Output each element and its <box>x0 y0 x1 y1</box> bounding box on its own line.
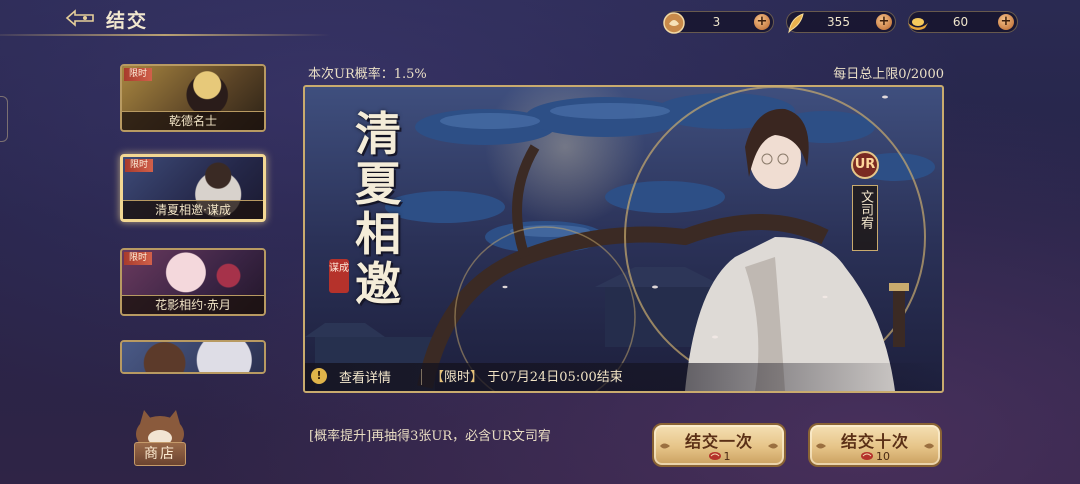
banner-title-char: 夏 <box>355 157 401 211</box>
view-details-button[interactable]: ! 查看详情 <box>311 365 411 387</box>
summon-token-icon <box>708 452 721 460</box>
back-arrow-icon <box>65 9 94 27</box>
end-time-text: 于07月24日05:00结束 <box>487 370 623 385</box>
daily-limit-text: 每日总上限0/2000 <box>833 67 944 82</box>
add-summon-token-button[interactable]: + <box>754 14 770 30</box>
draw-ten-label: 结交十次 <box>840 432 909 451</box>
character-name: 文司宥 <box>858 190 873 229</box>
banner-card-huaying[interactable]: 限时 花影相约·赤月 <box>120 248 266 316</box>
banner-end-time: 【限时】 于07月24日05:00结束 <box>431 370 623 385</box>
side-drawer-handle[interactable] <box>0 96 8 142</box>
banner-name: 花影相约·赤月 <box>122 295 264 314</box>
banner-name: 乾德名士 <box>122 111 264 130</box>
currency-feather: 355 + <box>786 11 896 34</box>
currency-summon-token: 3 + <box>663 11 774 34</box>
add-gold-ingot-button[interactable]: + <box>998 14 1014 30</box>
title-divider <box>0 34 330 36</box>
view-details-label: 查看详情 <box>339 370 392 386</box>
banner-title-char: 清 <box>355 107 401 161</box>
draw-once-button[interactable]: 结交一次 1 <box>652 423 786 467</box>
banner-name: 清夏相邀·谋成 <box>123 200 263 219</box>
banner-title-char: 相 <box>355 207 401 261</box>
draw-ten-cost: 10 <box>810 450 940 463</box>
feather-icon <box>781 8 811 38</box>
limited-tag: 限时 <box>125 159 154 172</box>
banner-card-fourth[interactable] <box>120 340 266 374</box>
featured-banner[interactable]: 清 夏 相 邀 谋成 UR 文司宥 ! 查看详情 【限时】 于07月24日05:… <box>303 85 944 393</box>
back-button[interactable] <box>62 6 98 30</box>
draw-once-cost: 1 <box>654 450 784 463</box>
ur-rarity-badge: UR <box>851 151 879 179</box>
banner-title: 清 夏 相 邀 <box>343 109 413 309</box>
limited-tag: 限时 <box>124 68 153 81</box>
top-bar: 结交 3 + 355 + 60 + <box>0 0 1080 44</box>
banner-art <box>122 342 264 372</box>
summon-token-icon <box>659 8 689 38</box>
add-feather-button[interactable]: + <box>876 14 892 30</box>
seal-stamp: 谋成 <box>329 259 349 293</box>
draw-once-label: 结交一次 <box>684 432 753 451</box>
shop-label: 商店 <box>134 442 186 466</box>
page-title: 结交 <box>106 10 149 32</box>
info-divider <box>421 369 422 385</box>
limited-time-label: 限时 <box>444 370 471 385</box>
limited-tag: 限时 <box>124 252 153 265</box>
rate-up-hint: [概率提升]再抽得3张UR，必含UR文司宥 <box>309 429 551 444</box>
banner-card-qingxia[interactable]: 限时 清夏相邀·谋成 <box>120 154 266 222</box>
shop-button[interactable]: 商店 <box>124 404 202 474</box>
banner-card-qiande[interactable]: 限时 乾德名士 <box>120 64 266 132</box>
info-icon: ! <box>311 368 327 384</box>
character-name-plate[interactable]: 文司宥 <box>852 185 878 251</box>
ur-rate-text: 本次UR概率：1.5% <box>308 67 427 82</box>
draw-ten-button[interactable]: 结交十次 10 <box>808 423 942 467</box>
summon-token-icon <box>861 452 873 460</box>
currency-gold-ingot: 60 + <box>908 11 1018 33</box>
banner-title-char: 邀 <box>355 257 401 311</box>
gold-ingot-icon <box>903 8 933 38</box>
